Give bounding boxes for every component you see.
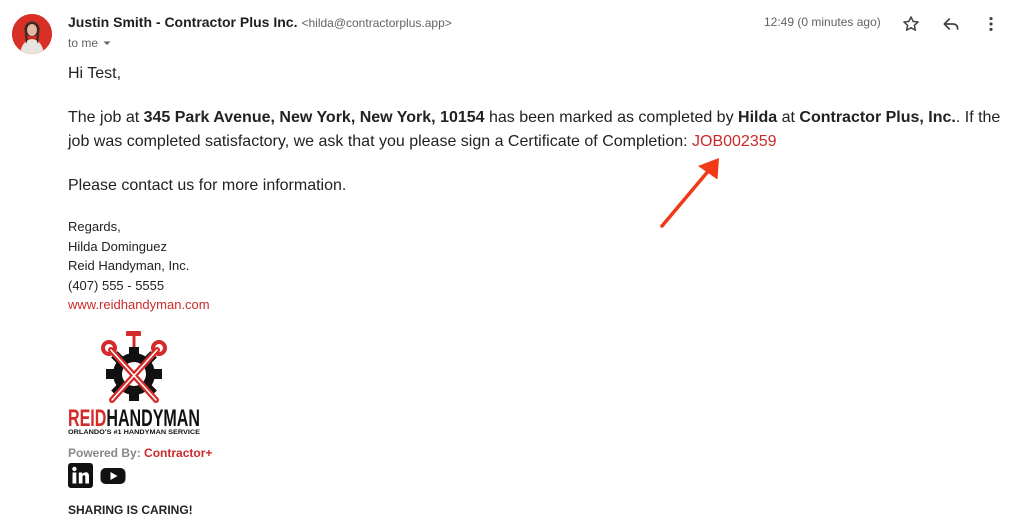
more-vert-icon — [989, 17, 993, 31]
website-link[interactable]: www.reidhandyman.com — [68, 297, 210, 312]
sharing-is-caring: SHARING IS CARING! — [68, 503, 193, 517]
reid-handyman-logo: REIDHANDYMAN ORLANDO'S #1 HANDYMAN SERVI… — [68, 331, 201, 436]
signature-phone: (407) 555 - 5555 — [68, 277, 165, 293]
sender-name: Justin Smith - Contractor Plus Inc. — [68, 14, 298, 30]
signature-company: Reid Handyman, Inc. — [68, 258, 190, 273]
star-icon — [903, 16, 919, 31]
logo-tagline: ORLANDO'S #1 HANDYMAN SERVICE — [68, 429, 201, 436]
recipient-dropdown[interactable]: to me — [68, 36, 112, 50]
worker-name: Hilda — [738, 109, 778, 126]
contractor-plus-link[interactable]: Contractor+ — [144, 446, 212, 460]
youtube-icon[interactable] — [100, 466, 126, 486]
contact-paragraph: Please contact us for more information. — [68, 177, 347, 194]
powered-by-label: Powered By: — [68, 446, 145, 460]
company-name: Contractor Plus, Inc. — [799, 109, 956, 126]
svg-text:REIDHANDYMAN: REIDHANDYMAN — [68, 405, 200, 432]
body-text-2: has been marked as completed by — [484, 109, 739, 126]
sender-email: <hilda@contractorplus.app> — [301, 16, 452, 30]
signature-name: Hilda Dominguez — [68, 238, 167, 254]
recipient-label: to me — [68, 36, 99, 50]
reply-button[interactable] — [939, 12, 963, 36]
body-text-1: The job at — [68, 109, 144, 126]
reply-icon — [943, 18, 959, 30]
star-button[interactable] — [899, 12, 923, 36]
sender-line: Justin Smith - Contractor Plus Inc. <hild… — [68, 14, 452, 30]
logo-name-red: REID — [68, 405, 106, 432]
job-address: 345 Park Avenue, New York, New York, 101… — [143, 109, 485, 126]
linkedin-icon[interactable] — [68, 463, 93, 488]
body-text-3: at — [777, 109, 800, 126]
sender-avatar[interactable] — [12, 14, 52, 54]
job-link[interactable]: JOB002359 — [692, 133, 777, 150]
social-links — [68, 463, 126, 488]
more-options-button[interactable] — [979, 12, 1003, 36]
logo-name-black: HANDYMAN — [106, 405, 200, 432]
message-body: Hi Test, The job at 345 Park Avenue, New… — [68, 62, 1003, 198]
completion-paragraph: The job at 345 Park Avenue, New York, Ne… — [68, 106, 1003, 154]
greeting: Hi Test, — [68, 65, 122, 82]
chevron-down-icon — [103, 41, 111, 45]
signature-regards: Regards, — [68, 219, 121, 234]
timestamp: 12:49 (0 minutes ago) — [764, 15, 881, 29]
powered-by: Powered By: Contractor+ — [68, 446, 212, 460]
signature: Regards, Hilda Dominguez Reid Handyman, … — [68, 217, 210, 315]
hammer-icon — [126, 331, 141, 347]
